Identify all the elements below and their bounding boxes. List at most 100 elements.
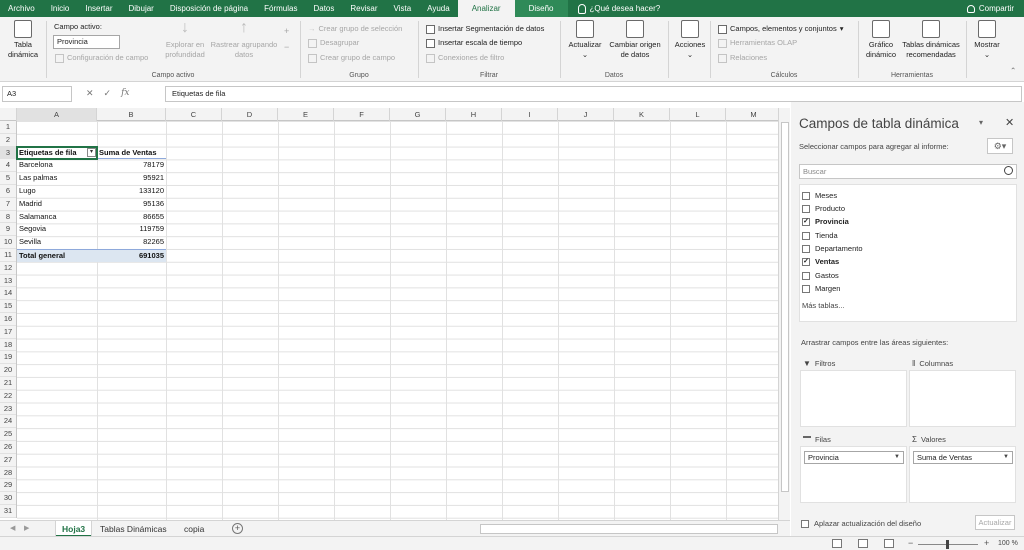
formula-input[interactable]: Etiquetas de fila	[165, 86, 1022, 102]
field-item-producto[interactable]: Producto	[802, 202, 845, 215]
field-item-gastos[interactable]: Gastos	[802, 269, 839, 282]
row-header[interactable]: 17	[0, 326, 16, 339]
tell-me-box[interactable]: ¿Qué desea hacer?	[568, 3, 671, 14]
active-field-input[interactable]: Provincia	[53, 35, 120, 49]
row-header[interactable]: 12	[0, 262, 16, 275]
row-header[interactable]: 24	[0, 415, 16, 429]
chevron-down-icon[interactable]: ▼	[1003, 452, 1009, 463]
page-layout-icon[interactable]	[858, 539, 868, 548]
rows-field-pill[interactable]: Provincia ▼	[804, 451, 904, 464]
field-settings-button[interactable]: Configuración de campo	[55, 52, 148, 64]
actions-button[interactable]: Acciones ⌄	[672, 20, 708, 60]
col-header[interactable]: D	[222, 108, 278, 121]
update-button[interactable]: Actualizar	[975, 515, 1015, 530]
field-item-tienda[interactable]: Tienda	[802, 229, 838, 242]
cancel-icon[interactable]: ✕	[86, 88, 94, 99]
checkbox[interactable]	[802, 244, 810, 253]
pivot-table-button[interactable]: Tabla dinámica	[6, 20, 40, 60]
col-header[interactable]: K	[614, 108, 670, 121]
drill-up-button[interactable]: ↑ Rastrear agrupando datos	[208, 20, 280, 60]
row-header[interactable]: 4	[0, 159, 16, 173]
pivot-row-value[interactable]: 82265	[97, 236, 166, 249]
zoom-level[interactable]: 100 %	[998, 537, 1018, 550]
vertical-scroll-thumb[interactable]	[781, 122, 789, 492]
row-header[interactable]: 22	[0, 390, 16, 403]
tab-diseno[interactable]: Diseño	[514, 0, 568, 17]
checkbox[interactable]	[802, 191, 810, 200]
col-header[interactable]: B	[97, 108, 166, 121]
tab-revisar[interactable]: Revisar	[342, 0, 385, 17]
row-header[interactable]: 29	[0, 479, 16, 493]
expand-field-icon[interactable]: +	[284, 25, 289, 37]
refresh-button[interactable]: Actualizar ⌄	[566, 20, 604, 60]
tab-disposicion[interactable]: Disposición de página	[162, 0, 256, 17]
chevron-down-icon[interactable]: ▼	[894, 452, 900, 463]
gear-icon[interactable]: ⚙▾	[987, 138, 1013, 154]
pivot-chart-button[interactable]: Gráfico dinámico	[862, 20, 900, 60]
checkbox[interactable]	[802, 284, 810, 293]
tab-inicio[interactable]: Inicio	[43, 0, 78, 17]
confirm-icon[interactable]: ✓	[104, 88, 112, 99]
col-header[interactable]: C	[166, 108, 222, 121]
row-header[interactable]: 28	[0, 467, 16, 480]
field-item-margen[interactable]: Margen	[802, 282, 840, 295]
field-item-meses[interactable]: Meses	[802, 189, 837, 202]
col-header[interactable]: G	[390, 108, 446, 121]
more-tables-link[interactable]: Más tablas...	[802, 301, 845, 310]
row-header[interactable]: 26	[0, 441, 16, 454]
group-field-button[interactable]: Crear grupo de campo	[308, 52, 395, 64]
row-header[interactable]: 27	[0, 454, 16, 467]
row-header[interactable]: 9	[0, 223, 16, 237]
col-header[interactable]: M	[726, 108, 782, 121]
columns-drop-area[interactable]	[909, 370, 1016, 427]
row-header[interactable]: 14	[0, 287, 16, 301]
col-header[interactable]: J	[558, 108, 614, 121]
field-search-input[interactable]: Buscar	[799, 164, 1017, 179]
name-box[interactable]: A3	[2, 86, 72, 102]
tab-ayuda[interactable]: Ayuda	[419, 0, 458, 17]
row-header[interactable]: 2	[0, 134, 16, 147]
vertical-scrollbar[interactable]	[778, 108, 790, 520]
pivot-row-label[interactable]: Segovia	[17, 223, 97, 236]
col-header[interactable]: E	[278, 108, 334, 121]
checkbox[interactable]	[801, 519, 809, 528]
row-header[interactable]: 7	[0, 198, 16, 211]
tab-formulas[interactable]: Fórmulas	[256, 0, 305, 17]
tab-archivo[interactable]: Archivo	[0, 0, 43, 17]
select-all-corner[interactable]	[0, 108, 17, 121]
tab-datos[interactable]: Datos	[305, 0, 342, 17]
tab-insertar[interactable]: Insertar	[77, 0, 120, 17]
zoom-out-icon[interactable]: −	[908, 538, 913, 548]
row-header[interactable]: 6	[0, 185, 16, 198]
collapse-ribbon-icon[interactable]: ⌃	[1010, 65, 1016, 77]
page-break-icon[interactable]	[884, 539, 894, 548]
row-header[interactable]: 10	[0, 236, 16, 249]
pivot-row-value[interactable]: 133120	[97, 185, 166, 198]
field-item-departamento[interactable]: Departamento	[802, 242, 863, 255]
zoom-in-icon[interactable]: +	[984, 538, 989, 548]
row-header[interactable]: 23	[0, 403, 16, 416]
cell-area[interactable]: Etiquetas de fila ▾ Suma de Ventas Barce…	[16, 121, 789, 520]
function-icon[interactable]: fx	[121, 88, 129, 99]
row-header[interactable]: 31	[0, 505, 16, 518]
pivot-row-label[interactable]: Las palmas	[17, 172, 97, 185]
filter-connections-button[interactable]: Conexiones de filtro	[426, 52, 504, 64]
change-source-button[interactable]: Cambiar origen de datos	[604, 20, 666, 60]
col-header[interactable]: H	[446, 108, 502, 121]
col-header[interactable]: F	[334, 108, 390, 121]
row-header[interactable]: 30	[0, 492, 16, 505]
sheet-tab-copia[interactable]: copia	[178, 521, 210, 537]
pane-options-icon[interactable]: ▾	[979, 118, 983, 127]
pivot-row-value[interactable]: 95136	[97, 198, 166, 211]
prev-sheet-icon[interactable]: ◀	[10, 524, 15, 532]
pivot-row-value[interactable]: 78179	[97, 159, 166, 172]
checkbox[interactable]	[802, 271, 810, 280]
row-header[interactable]: 11	[0, 249, 16, 262]
field-item-provincia[interactable]: ✓ Provincia	[802, 215, 849, 228]
checkbox-checked[interactable]: ✓	[802, 217, 810, 226]
zoom-slider-knob[interactable]	[946, 540, 949, 549]
rows-drop-area[interactable]: Provincia ▼	[800, 446, 907, 503]
pivot-row-label[interactable]: Sevilla	[17, 236, 97, 249]
row-header[interactable]: 16	[0, 313, 16, 326]
close-icon[interactable]: ✕	[1005, 116, 1014, 129]
